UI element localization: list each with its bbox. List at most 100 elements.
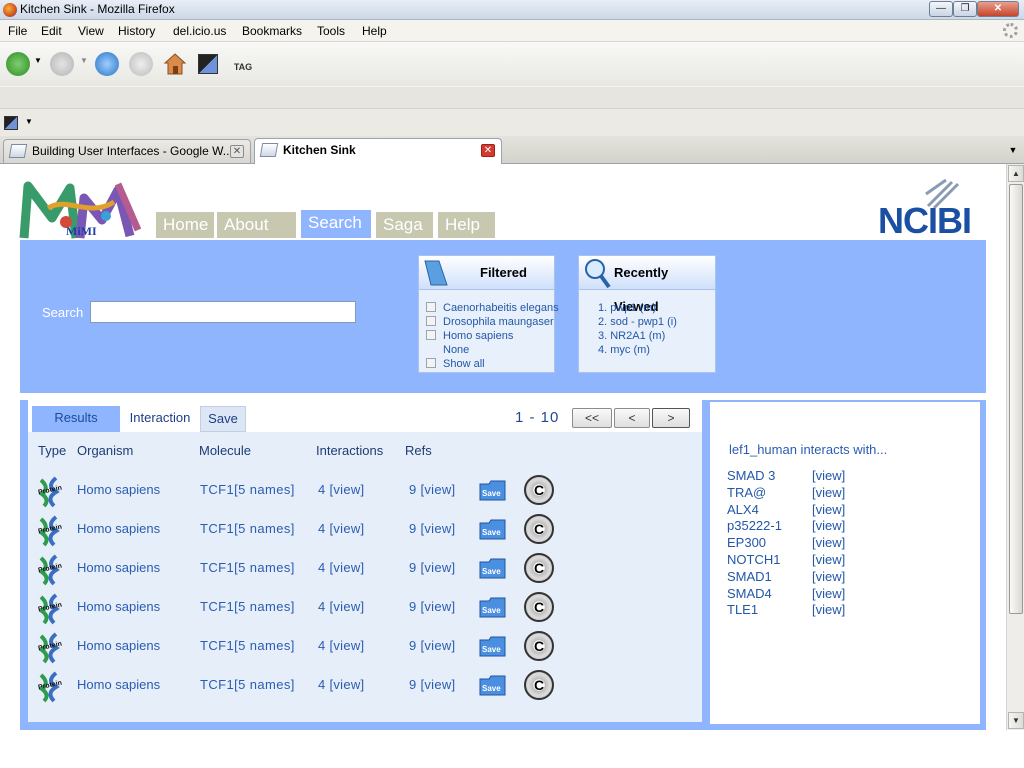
- recent-item[interactable]: 3. NR2A1 (m): [598, 330, 665, 342]
- interactor-view-link[interactable]: [view]: [812, 468, 845, 483]
- filter-option[interactable]: Drosophila maungaser: [426, 316, 554, 328]
- tab-kitchen-sink[interactable]: Kitchen Sink ✕: [254, 138, 502, 164]
- reload-icon[interactable]: [95, 52, 119, 76]
- recent-item[interactable]: 1. pwp1 (m): [598, 302, 656, 314]
- scroll-down-icon[interactable]: ▼: [1008, 712, 1024, 729]
- delicious-dropdown-icon[interactable]: ▼: [25, 117, 33, 126]
- back-icon[interactable]: [6, 52, 30, 76]
- interactor-view-link[interactable]: [view]: [812, 485, 845, 500]
- refs-link[interactable]: 9 [view]: [409, 560, 455, 575]
- maximize-button[interactable]: ❐: [953, 1, 977, 17]
- tab-results[interactable]: Results: [32, 406, 120, 432]
- filter-checkbox[interactable]: [426, 358, 436, 368]
- cite-disc-icon[interactable]: C: [524, 553, 554, 583]
- main-search-input[interactable]: [90, 301, 356, 323]
- interactor-name[interactable]: p35222-1: [727, 518, 782, 533]
- filter-checkbox[interactable]: [426, 302, 436, 312]
- menu-bookmarks[interactable]: Bookmarks: [242, 24, 302, 38]
- filter-option[interactable]: Homo sapiens: [426, 330, 513, 342]
- menu-history[interactable]: History: [118, 24, 155, 38]
- scroll-up-icon[interactable]: ▲: [1008, 165, 1024, 182]
- tab-save[interactable]: Save: [200, 406, 246, 432]
- interactor-view-link[interactable]: [view]: [812, 518, 845, 533]
- interactor-name[interactable]: TLE1: [727, 602, 758, 617]
- interactor-view-link[interactable]: [view]: [812, 535, 845, 550]
- interactions-link[interactable]: 4 [view]: [318, 638, 364, 653]
- interactor-name[interactable]: EP300: [727, 535, 766, 550]
- interactor-view-link[interactable]: [view]: [812, 569, 845, 584]
- delicious-icon[interactable]: [198, 54, 218, 74]
- minimize-button[interactable]: —: [929, 1, 953, 17]
- page-scrollbar[interactable]: ▲ ▼: [1006, 164, 1024, 730]
- tag-icon[interactable]: TAG: [231, 52, 255, 76]
- pager-next-button[interactable]: >: [652, 408, 690, 428]
- forward-dropdown-icon[interactable]: ▼: [80, 56, 88, 65]
- filter-none[interactable]: None: [443, 344, 469, 356]
- filter-checkbox[interactable]: [426, 330, 436, 340]
- menu-delicious[interactable]: del.icio.us: [173, 24, 226, 38]
- interactions-link[interactable]: 4 [view]: [318, 521, 364, 536]
- molecule-link[interactable]: TCF1[5 names]: [200, 677, 295, 692]
- tab-close-icon[interactable]: ✕: [481, 144, 495, 157]
- forward-icon[interactable]: [50, 52, 74, 76]
- interactions-link[interactable]: 4 [view]: [318, 599, 364, 614]
- molecule-link[interactable]: TCF1[5 names]: [200, 638, 295, 653]
- nav-search[interactable]: Search: [301, 210, 371, 238]
- recent-item[interactable]: 2. sod - pwp1 (i): [598, 316, 677, 328]
- cite-disc-icon[interactable]: C: [524, 514, 554, 544]
- pager-prev-button[interactable]: <: [614, 408, 650, 428]
- cite-disc-icon[interactable]: C: [524, 475, 554, 505]
- ncibi-logo[interactable]: NCIBI: [876, 176, 988, 241]
- interactor-name[interactable]: SMAD 3: [727, 468, 775, 483]
- menu-view[interactable]: View: [78, 24, 104, 38]
- refs-link[interactable]: 9 [view]: [409, 677, 455, 692]
- interactor-view-link[interactable]: [view]: [812, 552, 845, 567]
- interactor-name[interactable]: TRA@: [727, 485, 766, 500]
- interactor-view-link[interactable]: [view]: [812, 502, 845, 517]
- molecule-link[interactable]: TCF1[5 names]: [200, 560, 295, 575]
- interactor-name[interactable]: SMAD1: [727, 569, 772, 584]
- close-window-button[interactable]: ✕: [977, 1, 1019, 17]
- interactions-link[interactable]: 4 [view]: [318, 482, 364, 497]
- filter-option[interactable]: Show all: [426, 358, 485, 370]
- tab-list-dropdown-icon[interactable]: ▼: [1006, 142, 1020, 158]
- molecule-link[interactable]: TCF1[5 names]: [200, 482, 295, 497]
- stop-icon[interactable]: [129, 52, 153, 76]
- refs-link[interactable]: 9 [view]: [409, 482, 455, 497]
- nav-home[interactable]: Home: [156, 212, 214, 238]
- molecule-link[interactable]: TCF1[5 names]: [200, 521, 295, 536]
- organism-cell: Homo sapiens: [77, 521, 161, 536]
- interactions-link[interactable]: 4 [view]: [318, 560, 364, 575]
- tab-building-user-interfaces[interactable]: Building User Interfaces - Google W... ✕: [3, 139, 251, 163]
- nav-help[interactable]: Help: [438, 212, 495, 238]
- interactor-name[interactable]: SMAD4: [727, 586, 772, 601]
- interactor-view-link[interactable]: [view]: [812, 602, 845, 617]
- interactor-name[interactable]: ALX4: [727, 502, 759, 517]
- menu-help[interactable]: Help: [362, 24, 387, 38]
- molecule-link[interactable]: TCF1[5 names]: [200, 599, 295, 614]
- interactions-link[interactable]: 4 [view]: [318, 677, 364, 692]
- cite-disc-icon[interactable]: C: [524, 631, 554, 661]
- refs-link[interactable]: 9 [view]: [409, 599, 455, 614]
- recent-item[interactable]: 4. myc (m): [598, 344, 650, 356]
- home-icon[interactable]: [163, 52, 187, 76]
- filter-checkbox[interactable]: [426, 316, 436, 326]
- refs-link[interactable]: 9 [view]: [409, 638, 455, 653]
- menu-edit[interactable]: Edit: [41, 24, 62, 38]
- tab-close-icon[interactable]: ✕: [230, 145, 244, 158]
- cite-disc-icon[interactable]: C: [524, 592, 554, 622]
- cite-disc-icon[interactable]: C: [524, 670, 554, 700]
- interactor-name[interactable]: NOTCH1: [727, 552, 780, 567]
- menu-file[interactable]: File: [8, 24, 27, 38]
- scrollbar-thumb[interactable]: [1009, 184, 1023, 614]
- nav-about[interactable]: About: [217, 212, 296, 238]
- refs-link[interactable]: 9 [view]: [409, 521, 455, 536]
- back-dropdown-icon[interactable]: ▼: [34, 56, 42, 65]
- delicious-bookmark-icon[interactable]: [4, 116, 18, 130]
- tab-interaction[interactable]: Interaction: [124, 406, 196, 432]
- pager-first-button[interactable]: <<: [572, 408, 612, 428]
- menu-tools[interactable]: Tools: [317, 24, 345, 38]
- interactor-view-link[interactable]: [view]: [812, 586, 845, 601]
- nav-saga[interactable]: Saga: [376, 212, 433, 238]
- filter-option[interactable]: Caenorhabeitis elegans: [426, 302, 559, 314]
